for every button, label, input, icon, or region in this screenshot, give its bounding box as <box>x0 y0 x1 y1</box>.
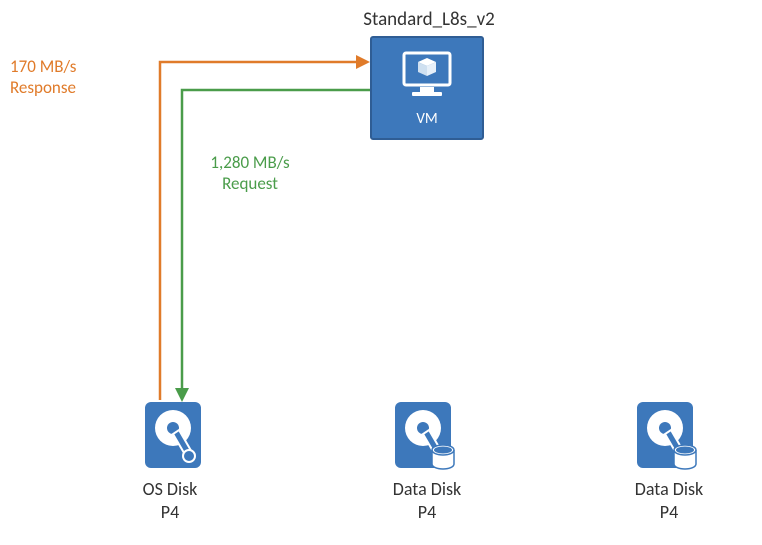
data-disk-2-tier: P4 <box>614 501 724 524</box>
os-disk-label: OS Disk P4 <box>120 478 220 523</box>
data-disk-1-node <box>390 400 460 477</box>
request-rate: 1,280 MB/s <box>195 152 305 173</box>
vm-title: Standard_L8s_v2 <box>329 8 529 31</box>
data-disk-1-label: Data Disk P4 <box>372 478 482 523</box>
data-disk-2-name: Data Disk <box>614 478 724 501</box>
response-word: Response <box>10 77 76 98</box>
data-disk-1-tier: P4 <box>372 501 482 524</box>
response-label: 170 MB/s Response <box>10 56 76 99</box>
data-disk-icon <box>393 458 457 477</box>
vm-caption: VM <box>416 110 437 128</box>
vm-node: VM <box>370 36 484 140</box>
response-line <box>160 62 358 400</box>
vm-icon <box>400 49 454 104</box>
data-disk-2-label: Data Disk P4 <box>614 478 724 523</box>
data-disk-2-node <box>632 400 702 477</box>
os-disk-name: OS Disk <box>120 478 220 501</box>
data-disk-icon <box>635 458 699 477</box>
os-disk-node <box>138 400 208 475</box>
request-word: Request <box>195 173 305 194</box>
os-disk-tier: P4 <box>120 501 220 524</box>
response-rate: 170 MB/s <box>10 56 76 77</box>
hard-disk-icon <box>143 456 203 475</box>
response-arrowhead <box>356 55 370 69</box>
data-disk-1-name: Data Disk <box>372 478 482 501</box>
request-label: 1,280 MB/s Request <box>195 152 305 195</box>
